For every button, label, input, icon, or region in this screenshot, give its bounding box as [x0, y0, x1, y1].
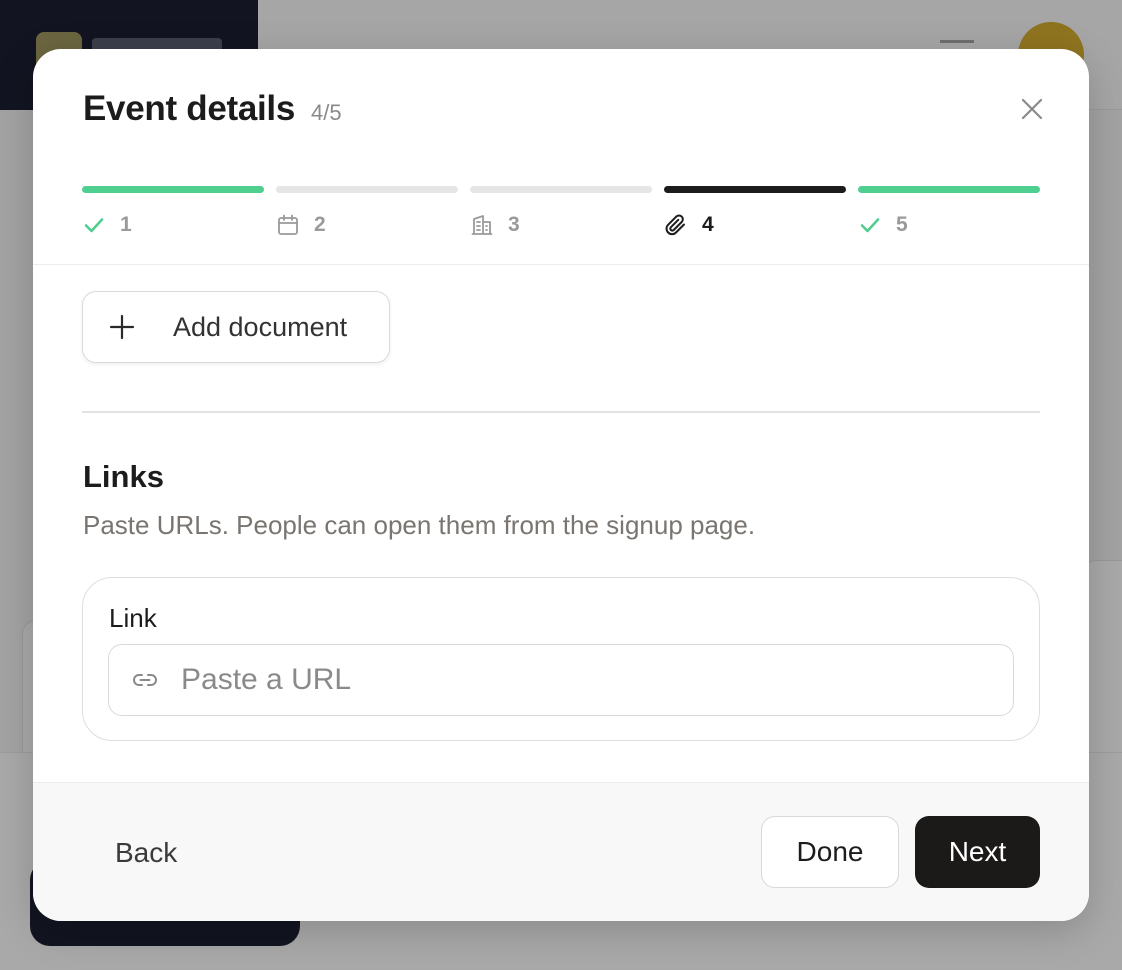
close-icon	[1021, 98, 1043, 120]
add-document-button[interactable]: Add document	[82, 291, 390, 363]
title-row: Event details 4/5	[83, 89, 342, 129]
modal-header: Event details 4/5 1 2 3 4 5	[33, 49, 1089, 265]
step-count: 4/5	[311, 100, 342, 125]
step-4[interactable]: 4	[664, 186, 846, 237]
plus-icon	[109, 314, 139, 340]
links-description: Paste URLs. People can open them from th…	[83, 510, 756, 540]
modal-title: Event details	[83, 89, 296, 128]
step-1[interactable]: 1	[82, 186, 264, 237]
close-button[interactable]	[1016, 93, 1048, 125]
next-button[interactable]: Next	[915, 816, 1040, 888]
modal-footer: Back Done Next	[33, 782, 1089, 921]
step-3-progress-bar	[470, 186, 652, 193]
link-icon	[131, 666, 161, 694]
step-3-number: 3	[508, 213, 520, 236]
links-heading: Links	[83, 459, 164, 494]
step-2-label: 2	[276, 213, 458, 237]
done-button[interactable]: Done	[761, 816, 899, 888]
link-card: Link	[82, 577, 1040, 741]
step-4-label: 4	[664, 213, 846, 237]
building-icon	[470, 213, 494, 237]
link-field-label: Link	[109, 603, 157, 633]
step-3[interactable]: 3	[470, 186, 652, 237]
step-4-progress-bar	[664, 186, 846, 193]
back-button[interactable]: Back	[115, 837, 177, 869]
event-details-modal: Event details 4/5 1 2 3 4 5 Add document…	[33, 49, 1089, 921]
calendar-icon	[276, 213, 300, 237]
step-3-label: 3	[470, 213, 652, 237]
step-1-label: 1	[82, 213, 264, 237]
step-5-progress-bar	[858, 186, 1040, 193]
stepper: 1 2 3 4 5	[82, 186, 1040, 237]
add-document-label: Add document	[173, 311, 348, 342]
step-2-progress-bar	[276, 186, 458, 193]
step-5-label: 5	[858, 213, 1040, 237]
step-4-number: 4	[702, 213, 714, 236]
check-icon	[82, 213, 106, 237]
step-5[interactable]: 5	[858, 186, 1040, 237]
step-2[interactable]: 2	[276, 186, 458, 237]
check-icon	[858, 213, 882, 237]
link-url-input[interactable]	[181, 663, 981, 697]
step-2-number: 2	[314, 213, 326, 236]
step-5-number: 5	[896, 213, 908, 236]
link-input-wrapper[interactable]	[108, 644, 1014, 716]
step-1-progress-bar	[82, 186, 264, 193]
paperclip-icon	[664, 213, 688, 237]
section-divider	[82, 411, 1040, 413]
step-1-number: 1	[120, 213, 132, 236]
